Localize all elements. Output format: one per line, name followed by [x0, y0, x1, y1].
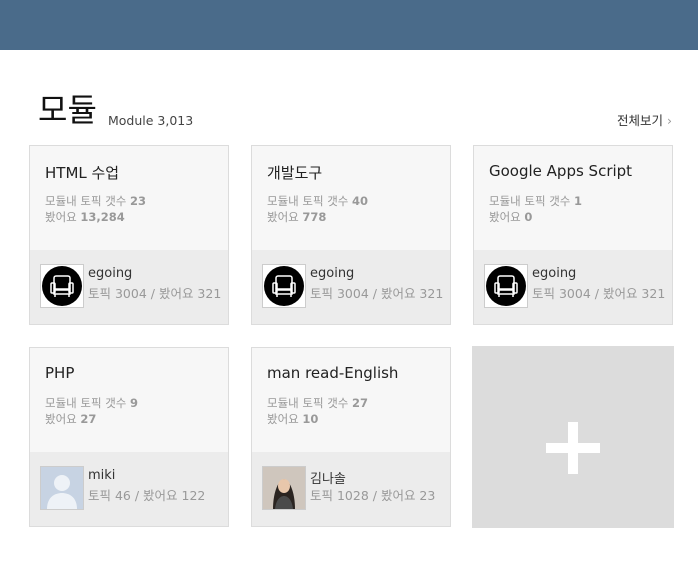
armchair-icon [264, 266, 304, 306]
author-name[interactable]: miki [88, 468, 115, 483]
module-title: PHP [45, 364, 75, 382]
armchair-icon [42, 266, 82, 306]
module-title: HTML 수업 [45, 164, 120, 182]
author-stats: 토픽 3004 / 봤어요 321 [532, 286, 666, 301]
view-all-label: 전체보기 [616, 113, 663, 128]
module-meta: 모듈내 토픽 갯수 9 봤어요 27 [45, 396, 139, 426]
view-all-link[interactable]: 전체보기 › [617, 110, 672, 129]
avatar[interactable] [262, 264, 306, 308]
author-stats: 토픽 3004 / 봤어요 321 [88, 286, 222, 301]
avatar[interactable] [40, 264, 84, 308]
author-stats: 토픽 1028 / 봤어요 23 [310, 488, 436, 503]
armchair-icon [486, 266, 526, 306]
module-card[interactable]: Google Apps Script 모듈내 토픽 갯수 1 봤어요 0 ego… [473, 145, 673, 325]
module-count: Module 3,013 [108, 113, 194, 128]
module-author: egoing 토픽 3004 / 봤어요 321 [252, 250, 450, 324]
module-author: egoing 토픽 3004 / 봤어요 321 [474, 250, 672, 324]
chevron-right-icon: › [667, 113, 672, 128]
page-title: 모듈 [38, 91, 97, 129]
avatar[interactable] [40, 466, 84, 510]
module-meta: 모듈내 토픽 갯수 1 봤어요 0 [489, 194, 583, 224]
author-stats: 토픽 3004 / 봤어요 321 [310, 286, 444, 301]
module-card[interactable]: man read-English 모듈내 토픽 갯수 27 봤어요 10 김나솔… [251, 347, 451, 527]
module-meta: 모듈내 토픽 갯수 40 봤어요 778 [267, 194, 369, 224]
module-card[interactable]: HTML 수업 모듈내 토픽 갯수 23 봤어요 13,284 egoing 토… [29, 145, 229, 325]
author-name[interactable]: egoing [88, 266, 132, 281]
module-card[interactable]: 개발도구 모듈내 토픽 갯수 40 봤어요 778 egoing 토픽 3004… [251, 145, 451, 325]
module-card[interactable]: PHP 모듈내 토픽 갯수 9 봤어요 27 miki 토픽 46 / 봤어요 … [29, 347, 229, 527]
module-title: 개발도구 [267, 164, 323, 182]
plus-icon-vertical [568, 422, 578, 474]
module-meta: 모듈내 토픽 갯수 23 봤어요 13,284 [45, 194, 147, 224]
add-module-button[interactable] [472, 346, 674, 528]
default-person-icon [41, 467, 83, 509]
module-author: egoing 토픽 3004 / 봤어요 321 [30, 250, 228, 324]
top-header-bar [0, 0, 698, 50]
avatar[interactable] [484, 264, 528, 308]
module-meta: 모듈내 토픽 갯수 27 봤어요 10 [267, 396, 369, 426]
module-author: 김나솔 토픽 1028 / 봤어요 23 [252, 452, 450, 526]
author-name[interactable]: egoing [532, 266, 576, 281]
author-stats: 토픽 46 / 봤어요 122 [88, 488, 206, 503]
module-title: man read-English [267, 364, 399, 382]
module-author: miki 토픽 46 / 봤어요 122 [30, 452, 228, 526]
avatar[interactable] [262, 466, 306, 510]
module-title: Google Apps Script [489, 162, 633, 180]
author-name[interactable]: egoing [310, 266, 354, 281]
photo-avatar-icon [263, 467, 305, 509]
